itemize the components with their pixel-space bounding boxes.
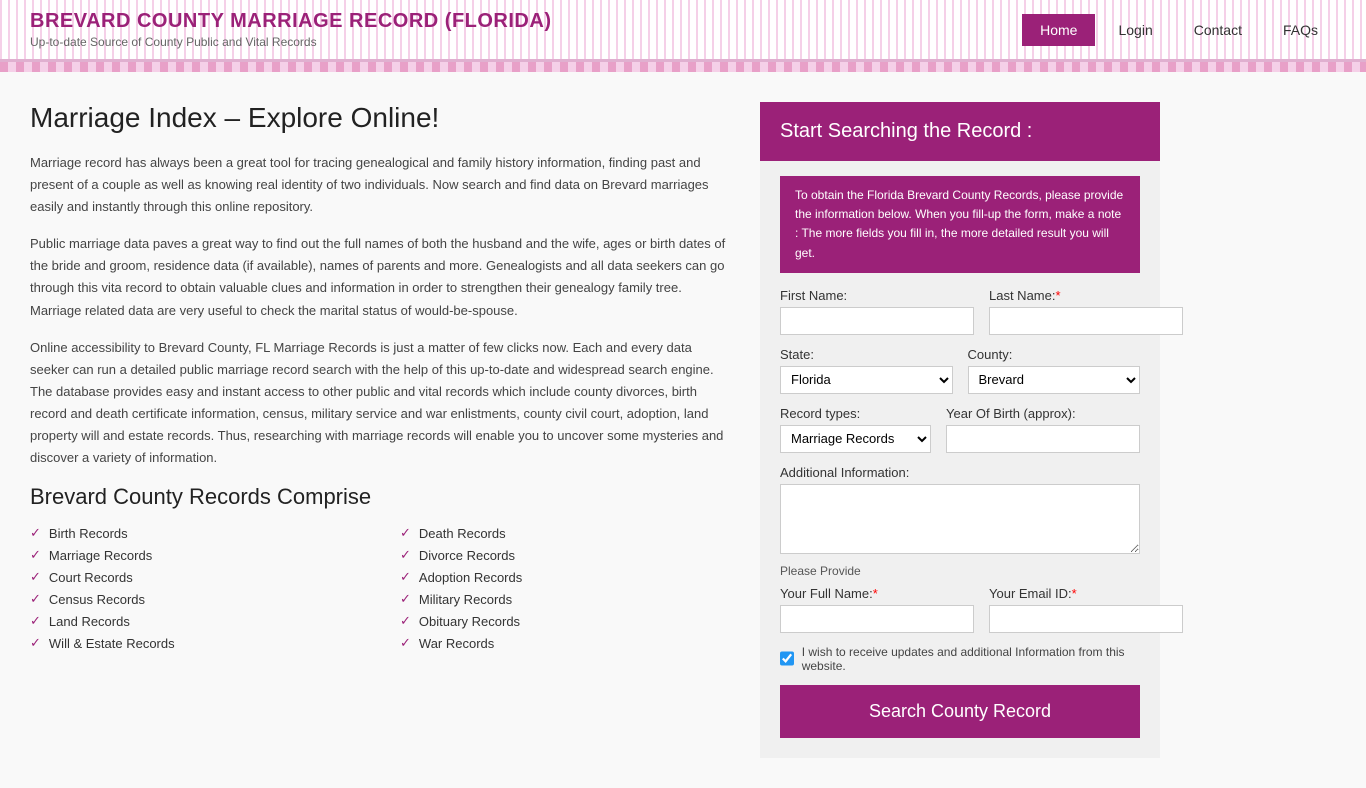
county-select[interactable]: Brevard [968,366,1141,394]
decorative-stripe [0,62,1366,72]
record-types-group: Record types: Marriage Records [780,406,931,453]
nav-home[interactable]: Home [1022,14,1095,46]
list-item: ✓ Divorce Records [400,547,730,563]
paragraph-2: Public marriage data paves a great way t… [30,233,730,321]
check-icon: ✓ [30,635,41,651]
email-input[interactable] [989,605,1183,633]
main-heading: Marriage Index – Explore Online! [30,102,730,134]
check-icon: ✓ [400,613,411,629]
record-label: Birth Records [49,526,128,541]
check-icon: ✓ [400,547,411,563]
record-year-row: Record types: Marriage Records Year Of B… [780,406,1140,453]
paragraph-1: Marriage record has always been a great … [30,152,730,218]
list-item: ✓ Birth Records [30,525,360,541]
first-name-label: First Name: [780,288,974,303]
records-heading: Brevard County Records Comprise [30,484,730,510]
county-label: County: [968,347,1141,362]
list-item: ✓ Military Records [400,591,730,607]
check-icon: ✓ [30,613,41,629]
list-item: ✓ War Records [400,635,730,651]
record-label: Will & Estate Records [49,636,175,651]
personal-info-row: Your Full Name:* Your Email ID:* [780,586,1140,633]
nav-login[interactable]: Login [1100,14,1170,46]
record-label: Court Records [49,570,133,585]
county-group: County: Brevard [968,347,1141,394]
record-label: Marriage Records [49,548,152,563]
required-marker: * [1055,288,1060,303]
record-label: Land Records [49,614,130,629]
list-item: ✓ Death Records [400,525,730,541]
site-subtitle: Up-to-date Source of County Public and V… [30,35,551,49]
state-county-row: State: Florida County: Brevard [780,347,1140,394]
email-label: Your Email ID:* [989,586,1183,601]
last-name-group: Last Name:* [989,288,1183,335]
records-list: ✓ Birth Records ✓ Death Records ✓ Marria… [30,525,730,651]
check-icon: ✓ [30,547,41,563]
panel-intro: To obtain the Florida Brevard County Rec… [780,176,1140,273]
please-provide-text: Please Provide [780,564,1140,578]
additional-info-textarea[interactable] [780,484,1140,554]
list-item: ✓ Court Records [30,569,360,585]
record-label: Military Records [419,592,512,607]
checkbox-label: I wish to receive updates and additional… [802,645,1140,673]
search-county-record-button[interactable]: Search County Record [780,685,1140,738]
list-item: ✓ Adoption Records [400,569,730,585]
name-row: First Name: Last Name:* [780,288,1140,335]
check-icon: ✓ [400,525,411,541]
full-name-group: Your Full Name:* [780,586,974,633]
full-name-label: Your Full Name:* [780,586,974,601]
record-types-label: Record types: [780,406,931,421]
last-name-input[interactable] [989,307,1183,335]
list-item: ✓ Census Records [30,591,360,607]
check-icon: ✓ [30,591,41,607]
list-item: ✓ Land Records [30,613,360,629]
record-label: Divorce Records [419,548,515,563]
record-label: War Records [419,636,494,651]
list-item: ✓ Will & Estate Records [30,635,360,651]
updates-checkbox[interactable] [780,651,794,666]
check-icon: ✓ [400,635,411,651]
full-name-input[interactable] [780,605,974,633]
email-group: Your Email ID:* [989,586,1183,633]
record-label: Adoption Records [419,570,522,585]
first-name-group: First Name: [780,288,974,335]
year-of-birth-label: Year Of Birth (approx): [946,406,1140,421]
left-section: Marriage Index – Explore Online! Marriag… [30,102,730,758]
record-label: Census Records [49,592,145,607]
record-label: Death Records [419,526,506,541]
check-icon: ✓ [30,569,41,585]
last-name-label: Last Name:* [989,288,1183,303]
first-name-input[interactable] [780,307,974,335]
panel-body: To obtain the Florida Brevard County Rec… [760,161,1160,758]
site-title: BREVARD COUNTY MARRIAGE RECORD (FLORIDA) [30,10,551,33]
state-group: State: Florida [780,347,953,394]
paragraph-3: Online accessibility to Brevard County, … [30,337,730,470]
panel-title: Start Searching the Record : [780,120,1032,142]
year-of-birth-group: Year Of Birth (approx): [946,406,1140,453]
check-icon: ✓ [400,591,411,607]
search-panel: Start Searching the Record : To obtain t… [760,102,1160,758]
required-marker-3: * [1072,586,1077,601]
main-content: Marriage Index – Explore Online! Marriag… [0,72,1366,788]
header-branding: BREVARD COUNTY MARRIAGE RECORD (FLORIDA)… [30,10,551,49]
panel-header: Start Searching the Record : [760,102,1160,161]
required-marker-2: * [873,586,878,601]
check-icon: ✓ [400,569,411,585]
list-item: ✓ Obituary Records [400,613,730,629]
year-of-birth-input[interactable] [946,425,1140,453]
state-select[interactable]: Florida [780,366,953,394]
main-nav: Home Login Contact FAQs [1022,14,1336,46]
state-label: State: [780,347,953,362]
additional-info-label: Additional Information: [780,465,1140,480]
record-label: Obituary Records [419,614,520,629]
additional-info-group: Additional Information: [780,465,1140,554]
check-icon: ✓ [30,525,41,541]
site-header: BREVARD COUNTY MARRIAGE RECORD (FLORIDA)… [0,0,1366,62]
record-types-select[interactable]: Marriage Records [780,425,931,453]
nav-faqs[interactable]: FAQs [1265,14,1336,46]
nav-contact[interactable]: Contact [1176,14,1260,46]
list-item: ✓ Marriage Records [30,547,360,563]
checkbox-row: I wish to receive updates and additional… [780,645,1140,673]
